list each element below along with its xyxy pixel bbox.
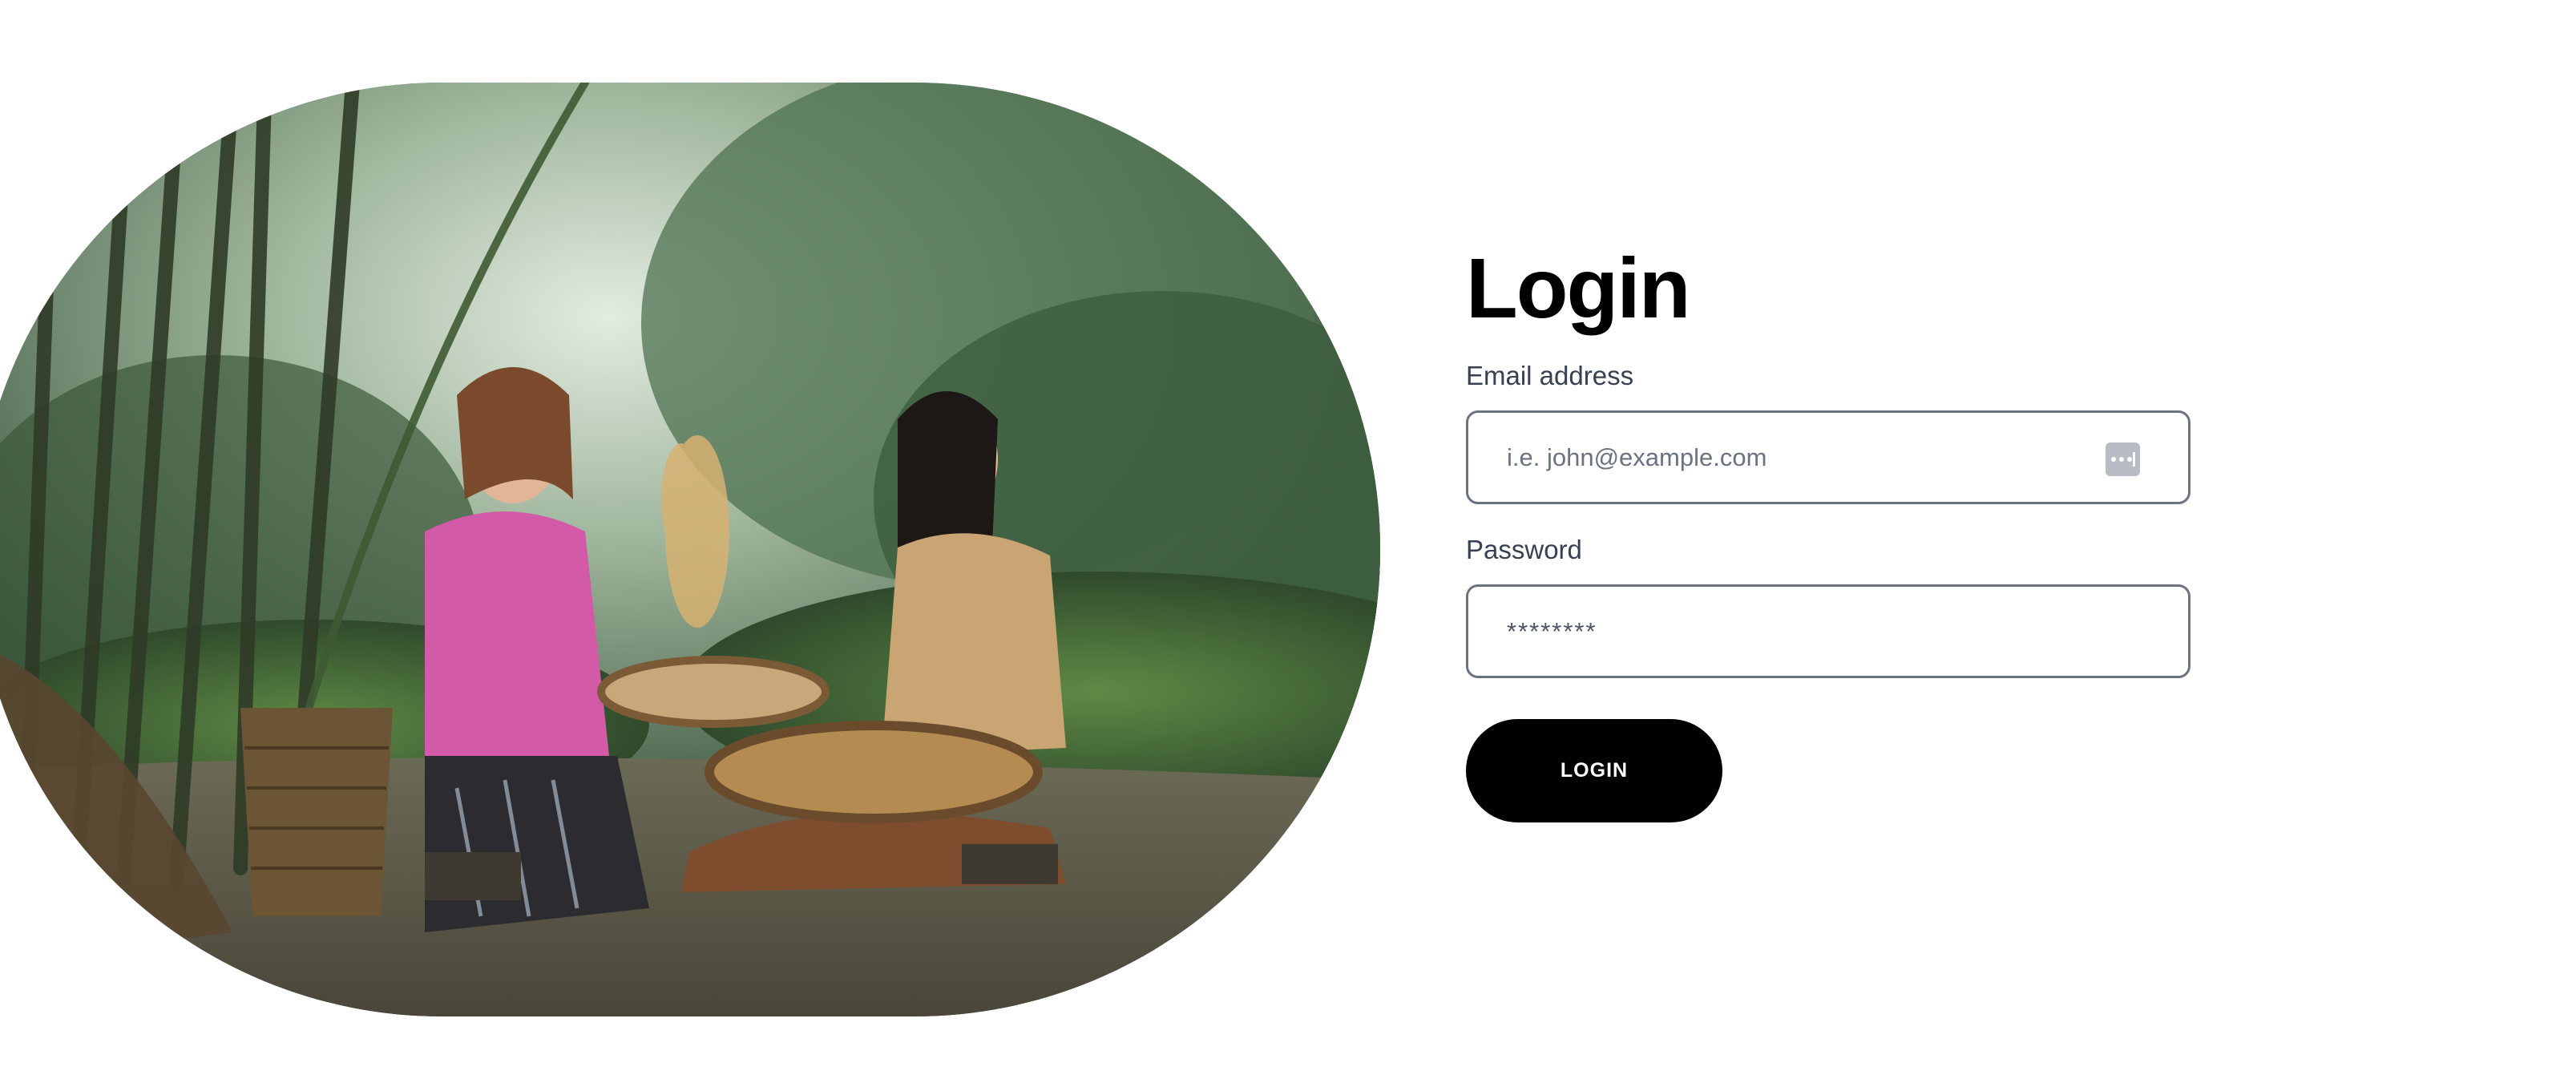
password-manager-icon[interactable] bbox=[2106, 442, 2140, 476]
password-field-wrapper bbox=[1466, 584, 2190, 678]
email-field[interactable] bbox=[1468, 413, 2188, 502]
page-title: Login bbox=[1466, 241, 1690, 336]
email-field-wrapper bbox=[1466, 410, 2190, 504]
cursor-bar-icon bbox=[2133, 452, 2135, 467]
password-field[interactable] bbox=[1468, 587, 2188, 676]
hero-image bbox=[0, 83, 1380, 1016]
login-button[interactable]: LOGIN bbox=[1466, 719, 1722, 822]
password-label: Password bbox=[1466, 535, 1582, 564]
email-label: Email address bbox=[1466, 361, 1634, 390]
login-page: Login Email address Password LOGIN bbox=[0, 0, 2576, 1087]
dots-icon bbox=[2111, 457, 2132, 462]
hero-photo-illustration bbox=[0, 83, 1380, 1016]
